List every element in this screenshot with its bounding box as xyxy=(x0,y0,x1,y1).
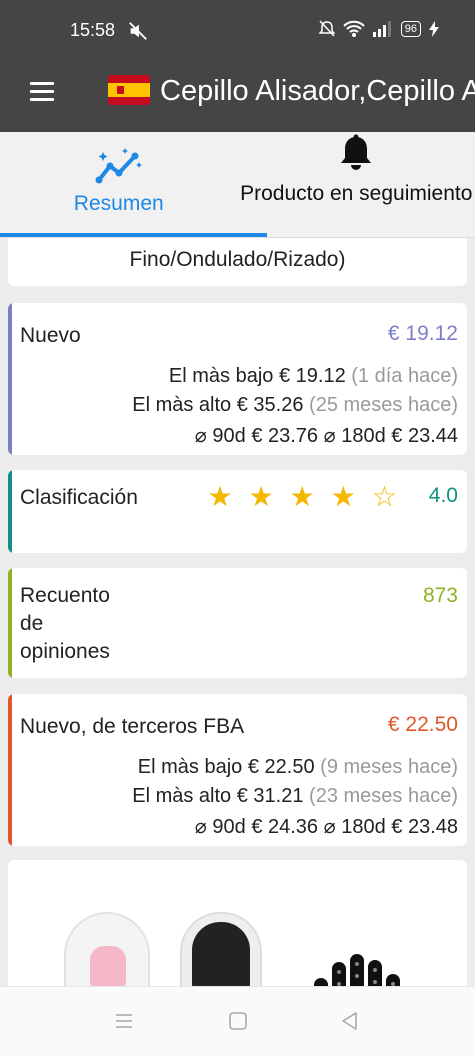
product-image-brush xyxy=(180,912,262,986)
avg90-price: € 23.76 xyxy=(251,425,319,447)
avg180-label: ⌀ 180d xyxy=(323,816,386,838)
product-image-card[interactable] xyxy=(8,860,467,986)
star-empty-icon: ☆ xyxy=(371,481,397,512)
card-accent-bar xyxy=(8,470,12,553)
lowest-label: El màs bajo xyxy=(137,756,243,778)
lowest-when: (1 día hace) xyxy=(351,365,458,387)
content-scroll[interactable]: Fino/Ondulado/Rizado) Nuevo € 19.12 El m… xyxy=(0,238,475,986)
average-price-row: ⌀ 90d € 24.36 ⌀ 180d € 23.48 xyxy=(195,814,458,839)
price-card-fba[interactable]: Nuevo, de terceros FBA € 22.50 El màs ba… xyxy=(8,694,467,846)
battery-icon: 96 xyxy=(400,21,421,37)
active-tab-indicator xyxy=(0,233,267,237)
price-type-label: Nuevo, de terceros FBA xyxy=(20,715,245,738)
status-time: 15:58 xyxy=(70,20,116,40)
product-variant-card: Fino/Ondulado/Rizado) xyxy=(8,238,467,286)
variant-text: Fino/Ondulado/Rizado) xyxy=(129,248,346,271)
tab-producto-seguimiento[interactable]: Producto en seguimiento xyxy=(238,132,475,237)
highest-price: € 31.21 xyxy=(236,785,304,807)
tab-bar: Resumen Producto en seguimiento xyxy=(0,132,475,238)
price-type-label: Nuevo xyxy=(20,324,81,347)
rating-card[interactable]: Clasificación ★ ★ ★ ★ ☆ 4.0 xyxy=(8,470,467,553)
highest-label: El màs alto xyxy=(132,394,232,416)
card-accent-bar xyxy=(8,303,12,455)
price-card-nuevo[interactable]: Nuevo € 19.12 El màs bajo € 19.12 (1 día… xyxy=(8,303,467,455)
review-count-card[interactable]: Recuento de opiniones 873 xyxy=(8,568,467,678)
highest-price: € 35.26 xyxy=(236,394,304,416)
hamburger-menu-icon[interactable] xyxy=(30,82,54,106)
lowest-price-row: El màs bajo € 19.12 (1 día hace) xyxy=(169,365,458,388)
average-price-row: ⌀ 90d € 23.76 ⌀ 180d € 23.44 xyxy=(195,423,458,448)
tab-producto-label: Producto en seguimiento xyxy=(240,182,473,205)
avg180-label: ⌀ 180d xyxy=(323,425,386,447)
lowest-price-row: El màs bajo € 22.50 (9 meses hace) xyxy=(138,756,458,779)
avg90-label: ⌀ 90d xyxy=(194,816,246,838)
rating-value: 4.0 xyxy=(428,484,458,507)
recent-apps-icon[interactable] xyxy=(114,1011,134,1031)
signal-icon xyxy=(372,21,391,37)
card-accent-bar xyxy=(8,694,12,846)
highest-label: El màs alto xyxy=(132,785,232,807)
avg90-label: ⌀ 90d xyxy=(194,425,246,447)
system-navigation-bar xyxy=(0,986,475,1056)
highest-when: (23 meses hace) xyxy=(309,785,458,807)
highest-when: (25 meses hace) xyxy=(309,394,458,416)
wifi-icon xyxy=(343,20,365,37)
review-count-value: 873 xyxy=(422,584,458,607)
charging-icon xyxy=(429,21,439,37)
current-price: € 22.50 xyxy=(387,713,458,736)
product-image-case xyxy=(64,912,150,986)
star-filled-icon: ★ xyxy=(207,481,233,512)
home-icon[interactable] xyxy=(228,1011,248,1031)
tab-resumen[interactable]: Resumen xyxy=(0,132,267,237)
back-icon[interactable] xyxy=(340,1011,360,1031)
current-price: € 19.12 xyxy=(387,322,458,345)
avg180-price: € 23.44 xyxy=(391,425,458,447)
star-filled-icon: ★ xyxy=(248,481,274,512)
status-bar: 15:58 96 xyxy=(0,0,475,62)
product-image-glove xyxy=(314,954,400,986)
app-bar: Cepillo Alisador,Cepillo Alisador de Pel… xyxy=(0,62,475,132)
mute-icon xyxy=(129,22,147,40)
star-filled-icon: ★ xyxy=(289,481,315,512)
star-filled-icon: ★ xyxy=(330,481,356,512)
battery-level: 96 xyxy=(404,23,417,35)
spain-flag-icon xyxy=(108,75,150,105)
bell-icon xyxy=(341,134,372,170)
card-accent-bar xyxy=(8,568,12,678)
rating-stars: ★ ★ ★ ★ ☆ xyxy=(207,482,397,512)
rating-label: Clasificación xyxy=(20,486,138,509)
lowest-price: € 19.12 xyxy=(278,365,346,387)
lowest-price: € 22.50 xyxy=(247,756,315,778)
chart-sparkle-icon xyxy=(95,148,142,184)
avg90-price: € 24.36 xyxy=(251,816,319,838)
lowest-when: (9 meses hace) xyxy=(320,756,458,778)
review-count-label: Recuento de opiniones xyxy=(20,584,110,663)
bell-off-icon xyxy=(318,20,335,37)
highest-price-row: El màs alto € 31.21 (23 meses hace) xyxy=(132,785,458,808)
lowest-label: El màs bajo xyxy=(168,365,274,387)
avg180-price: € 23.48 xyxy=(391,816,458,838)
highest-price-row: El màs alto € 35.26 (25 meses hace) xyxy=(132,394,458,417)
tab-resumen-label: Resumen xyxy=(73,192,164,215)
product-title: Cepillo Alisador,Cepillo Alisador de Pel… xyxy=(160,75,475,107)
